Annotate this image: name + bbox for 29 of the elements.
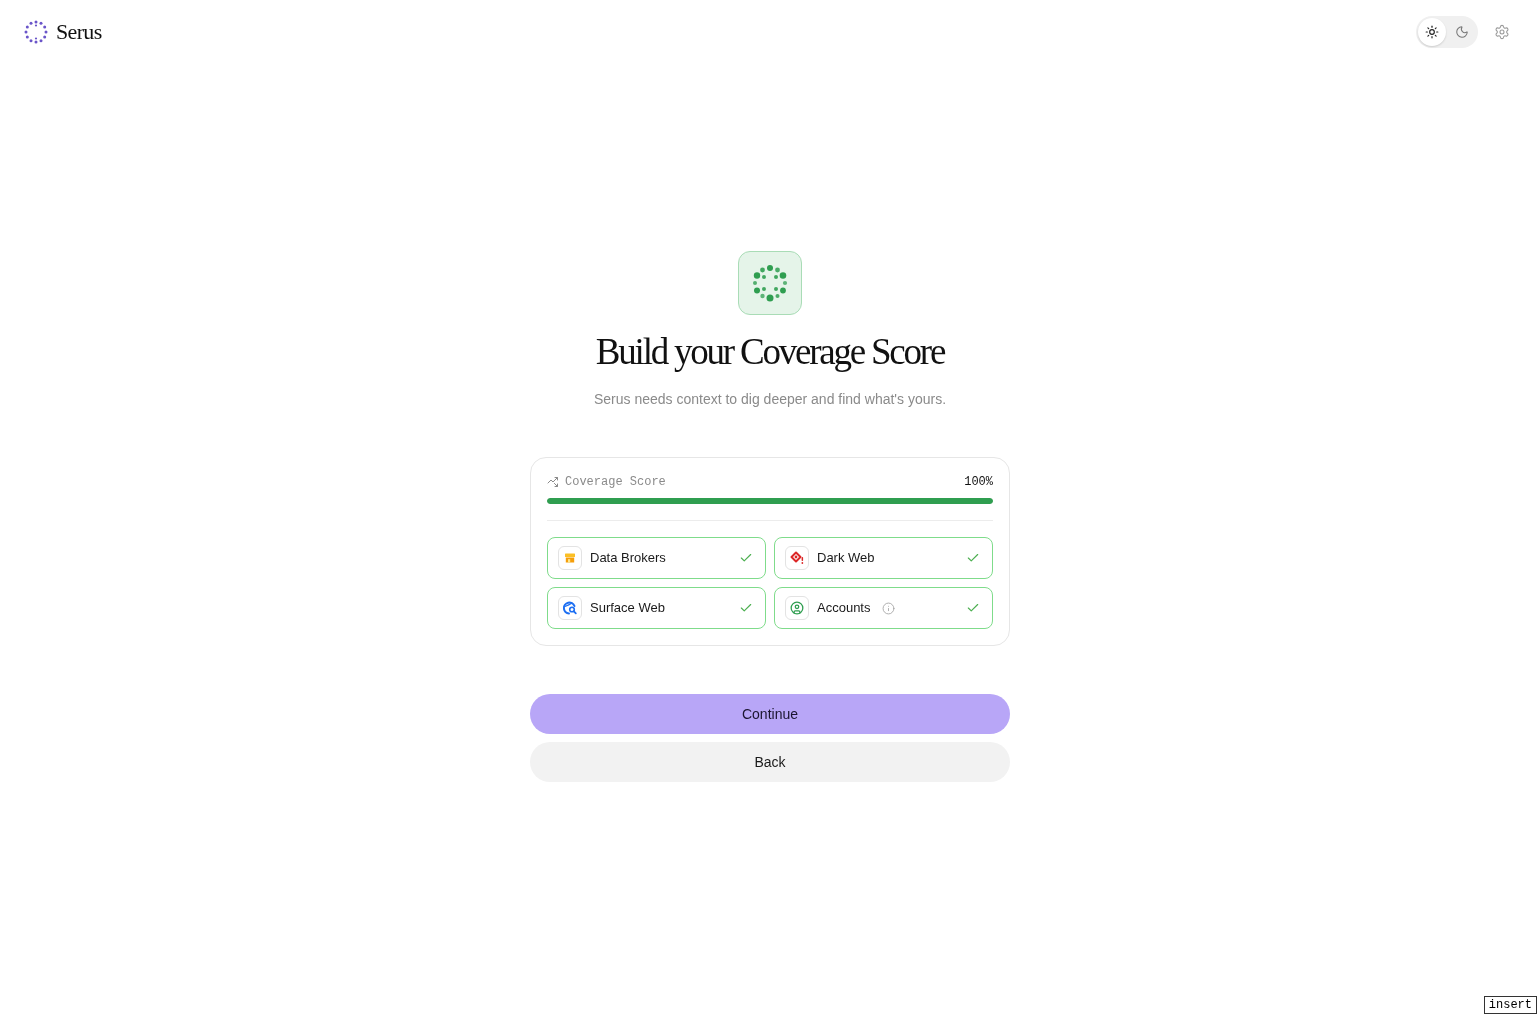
sun-icon[interactable] xyxy=(1418,18,1446,46)
dotted-ring-icon xyxy=(738,251,802,315)
page-title: Build your Coverage Score xyxy=(595,330,945,374)
storefront-icon xyxy=(558,546,582,570)
page-subtitle: Serus needs context to dig deeper and find what's yours. xyxy=(593,390,947,409)
check-icon xyxy=(739,551,753,565)
dotted-ring-logo-icon xyxy=(24,20,48,44)
diamond-alert-icon xyxy=(785,546,809,570)
source-item[interactable]: Dark Web xyxy=(774,537,993,579)
source-item[interactable]: Data Brokers xyxy=(547,537,766,579)
source-item[interactable]: Accounts xyxy=(774,587,993,629)
globe-search-icon xyxy=(558,596,582,620)
check-icon xyxy=(966,551,980,565)
logo-text: Serus xyxy=(56,21,102,43)
coverage-label: Coverage Score xyxy=(565,474,666,490)
source-label: Surface Web xyxy=(590,600,665,616)
settings-icon[interactable] xyxy=(1494,24,1510,40)
source-label: Data Brokers xyxy=(590,550,666,566)
mode-indicator: insert xyxy=(1483,996,1537,1014)
source-item[interactable]: Surface Web xyxy=(547,587,766,629)
back-button[interactable]: Back xyxy=(530,742,1010,782)
check-icon xyxy=(739,601,753,615)
coverage-value: 100% xyxy=(964,474,993,490)
check-icon xyxy=(966,601,980,615)
continue-button[interactable]: Continue xyxy=(530,694,1010,734)
info-icon[interactable] xyxy=(882,601,896,615)
trend-arrows-icon xyxy=(547,476,559,488)
source-label: Accounts xyxy=(817,600,871,616)
source-label: Dark Web xyxy=(817,550,875,566)
